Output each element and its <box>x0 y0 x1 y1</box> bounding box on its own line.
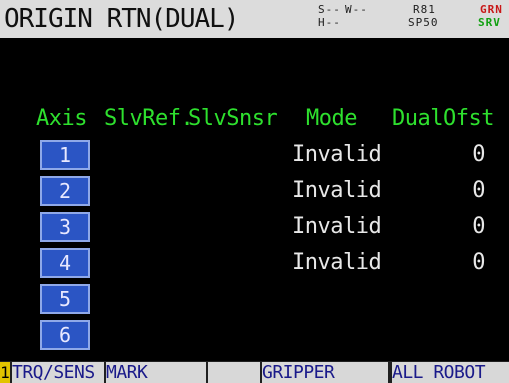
status-r: R81 <box>413 3 436 16</box>
status-grn: GRN <box>480 3 503 16</box>
mode-value[interactable]: Invalid <box>292 250 382 276</box>
axis-button-1[interactable]: 1 <box>40 140 90 170</box>
dualofst-value[interactable]: 0 <box>472 142 485 168</box>
mode-value[interactable]: Invalid <box>292 178 382 204</box>
dualofst-value[interactable]: 0 <box>472 178 485 204</box>
fkey-all-robot[interactable]: ALL ROBOT <box>392 362 509 383</box>
col-dualofst: DualOfst <box>392 106 494 131</box>
mode-value[interactable]: Invalid <box>292 142 382 168</box>
axis-button-6[interactable]: 6 <box>40 320 90 350</box>
header-bar: ORIGIN RTN(DUAL) S-- W-- H-- R81 SP50 GR… <box>0 0 509 38</box>
fkey-blank[interactable] <box>208 362 260 383</box>
fkey-mark[interactable]: MARK <box>106 362 206 383</box>
mode-value[interactable]: Invalid <box>292 214 382 240</box>
status-speed: SP50 <box>408 16 439 29</box>
status-srv: SRV <box>478 16 501 29</box>
dualofst-value[interactable]: 0 <box>472 214 485 240</box>
axis-button-5[interactable]: 5 <box>40 284 90 314</box>
axis-button-4[interactable]: 4 <box>40 248 90 278</box>
fkey-trq-sens[interactable]: TRQ/SENS <box>12 362 104 383</box>
dualofst-value[interactable]: 0 <box>472 250 485 276</box>
status-w: W-- <box>345 3 368 16</box>
axis-button-3[interactable]: 3 <box>40 212 90 242</box>
col-slvref: SlvRef. <box>104 106 194 131</box>
col-mode: Mode <box>306 106 357 131</box>
status-s: S-- <box>318 3 341 16</box>
fkey-page-number: 1 <box>0 362 10 383</box>
page-title: ORIGIN RTN(DUAL) <box>4 4 239 34</box>
col-slvsnsr: SlvSnsr <box>188 106 278 131</box>
col-axis: Axis <box>36 106 87 131</box>
axis-button-2[interactable]: 2 <box>40 176 90 206</box>
status-h: H-- <box>318 16 341 29</box>
fkey-gripper[interactable]: GRIPPER <box>262 362 388 383</box>
